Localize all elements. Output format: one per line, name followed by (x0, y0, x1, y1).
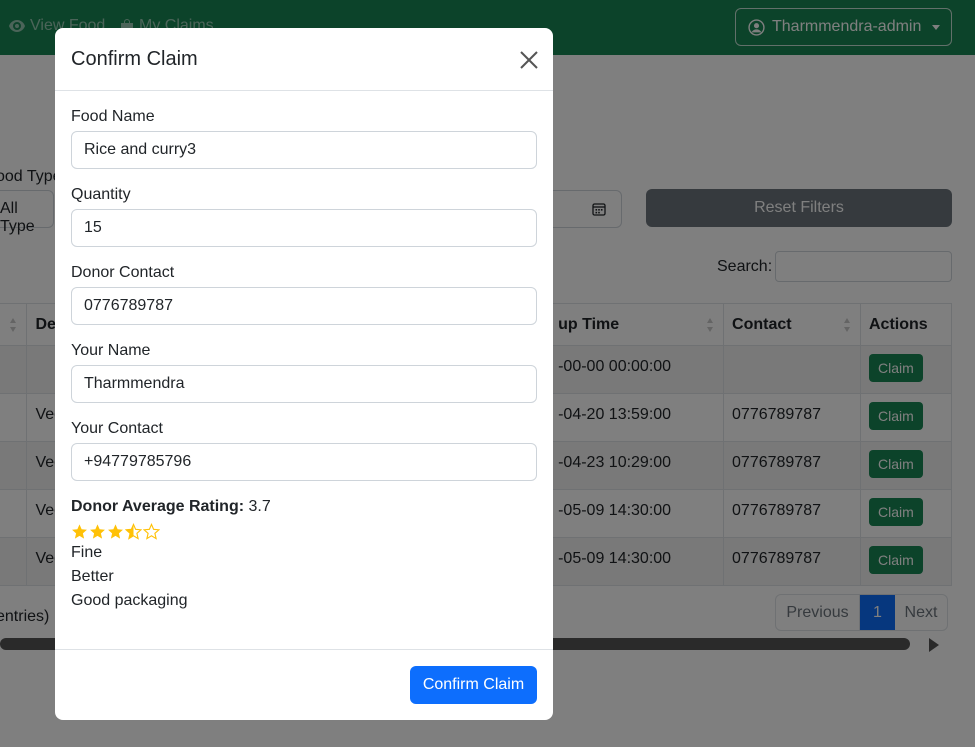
your-name-label: Your Name (71, 342, 151, 359)
confirm-claim-modal: Confirm Claim Food Name Rice and curry3 … (55, 28, 553, 720)
review-comment: Good packaging (71, 592, 188, 609)
donor-rating-label: Donor Average Rating: (71, 498, 245, 515)
donor-rating: Donor Average Rating: 3.7 (71, 497, 537, 517)
food-name-input[interactable]: Rice and curry3 (71, 131, 537, 169)
quantity-label: Quantity (71, 186, 131, 203)
confirm-claim-button[interactable]: Confirm Claim (410, 666, 537, 704)
modal-footer: Confirm Claim (55, 649, 553, 720)
review-comment: Fine (71, 544, 103, 561)
star-filled-icon (90, 523, 105, 539)
food-name-label: Food Name (71, 108, 155, 125)
modal-header: Confirm Claim (55, 28, 553, 91)
donor-contact-label: Donor Contact (71, 264, 175, 281)
donor-contact-input[interactable]: 0776789787 (71, 287, 537, 325)
modal-title: Confirm Claim (71, 47, 198, 70)
review-comment: Better (71, 568, 114, 585)
star-filled-icon (72, 523, 87, 539)
donor-rating-value: 3.7 (248, 498, 271, 515)
your-name-input[interactable]: Tharmmendra (71, 365, 537, 403)
star-filled-icon (108, 523, 123, 539)
your-name-field: Your Name Tharmmendra (71, 341, 537, 403)
rating-stars (71, 521, 537, 541)
your-contact-input[interactable]: +94779785796 (71, 443, 537, 481)
your-contact-field: Your Contact +94779785796 (71, 419, 537, 481)
quantity-input[interactable]: 15 (71, 209, 537, 247)
food-name-field: Food Name Rice and curry3 (71, 107, 537, 169)
modal-body: Food Name Rice and curry3 Quantity 15 Do… (55, 91, 553, 613)
your-contact-label: Your Contact (71, 420, 163, 437)
donor-contact-field: Donor Contact 0776789787 (71, 263, 537, 325)
star-half-icon (125, 522, 142, 540)
star-empty-icon (143, 522, 160, 540)
close-icon[interactable] (519, 50, 539, 70)
quantity-field: Quantity 15 (71, 185, 537, 247)
